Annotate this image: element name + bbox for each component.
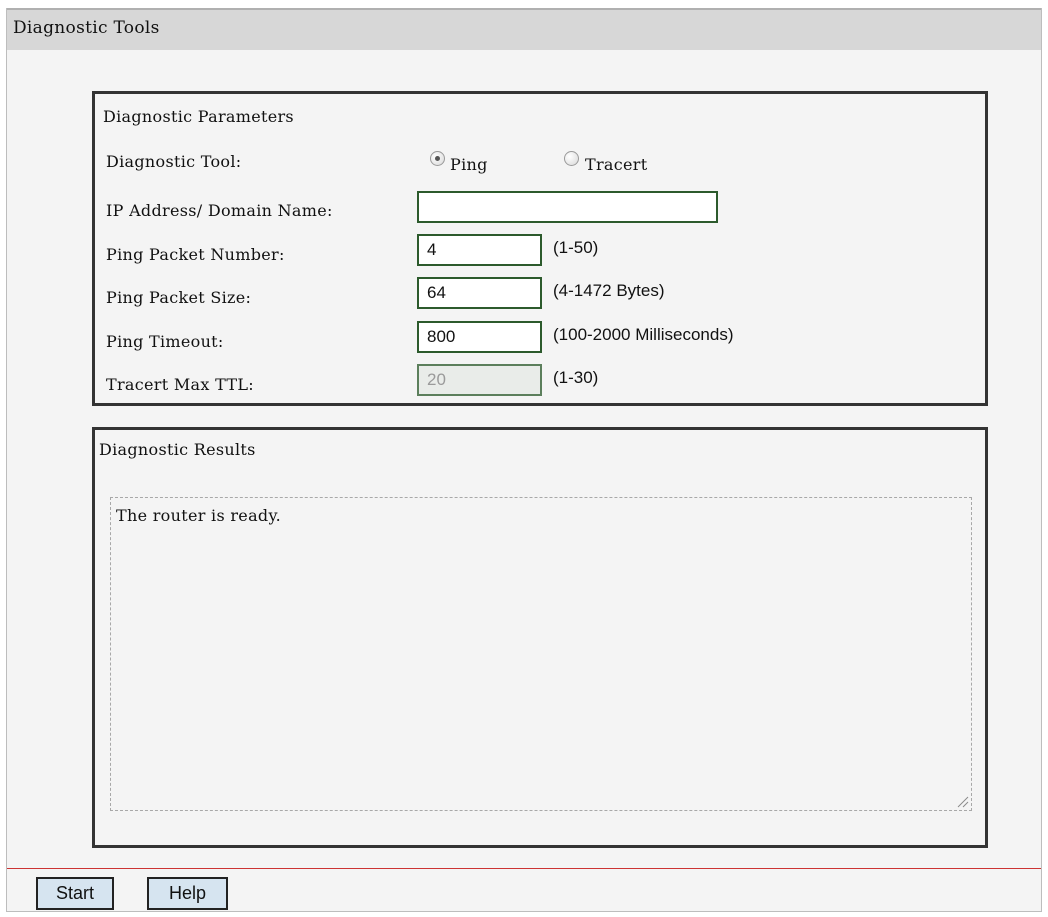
- ping-radio-label[interactable]: Ping: [450, 155, 488, 174]
- tracert-max-ttl-input: 20: [417, 364, 542, 396]
- diagnostic-tool-label: Diagnostic Tool:: [106, 152, 242, 171]
- tracert-radio[interactable]: [564, 151, 579, 166]
- ping-packet-size-input[interactable]: 64: [417, 277, 542, 309]
- tracert-radio-label[interactable]: Tracert: [585, 155, 647, 174]
- title-bar: Diagnostic Tools: [7, 8, 1041, 50]
- tracert-max-ttl-hint: (1-30): [553, 368, 599, 387]
- ping-packet-number-hint: (1-50): [553, 238, 599, 257]
- page-title: Diagnostic Tools: [13, 18, 160, 38]
- results-section-title: Diagnostic Results: [99, 440, 256, 459]
- diagnostic-tools-frame: Diagnostic Tools Diagnostic Parameters D…: [6, 8, 1042, 912]
- tracert-max-ttl-label: Tracert Max TTL:: [106, 375, 254, 394]
- results-textarea[interactable]: The router is ready.: [110, 497, 972, 811]
- ip-address-label: IP Address/ Domain Name:: [106, 201, 333, 220]
- divider-line: [7, 868, 1041, 869]
- ip-address-input[interactable]: [417, 191, 718, 223]
- ping-packet-number-input[interactable]: 4: [417, 234, 542, 266]
- ping-packet-size-label: Ping Packet Size:: [106, 288, 252, 307]
- ping-radio[interactable]: [430, 151, 445, 166]
- resize-grip-icon[interactable]: [955, 794, 969, 808]
- ping-packet-size-hint: (4-1472 Bytes): [553, 281, 665, 300]
- help-button[interactable]: Help: [147, 877, 228, 910]
- diagnostic-results-panel: Diagnostic Results The router is ready.: [92, 427, 988, 848]
- results-text: The router is ready.: [116, 506, 282, 525]
- parameters-section-title: Diagnostic Parameters: [103, 107, 294, 126]
- diagnostic-parameters-panel: Diagnostic Parameters Diagnostic Tool: P…: [92, 91, 988, 406]
- start-button[interactable]: Start: [36, 877, 114, 910]
- ping-timeout-input[interactable]: 800: [417, 321, 542, 353]
- ping-timeout-label: Ping Timeout:: [106, 332, 224, 351]
- ping-packet-number-label: Ping Packet Number:: [106, 245, 285, 264]
- ping-timeout-hint: (100-2000 Milliseconds): [553, 325, 734, 344]
